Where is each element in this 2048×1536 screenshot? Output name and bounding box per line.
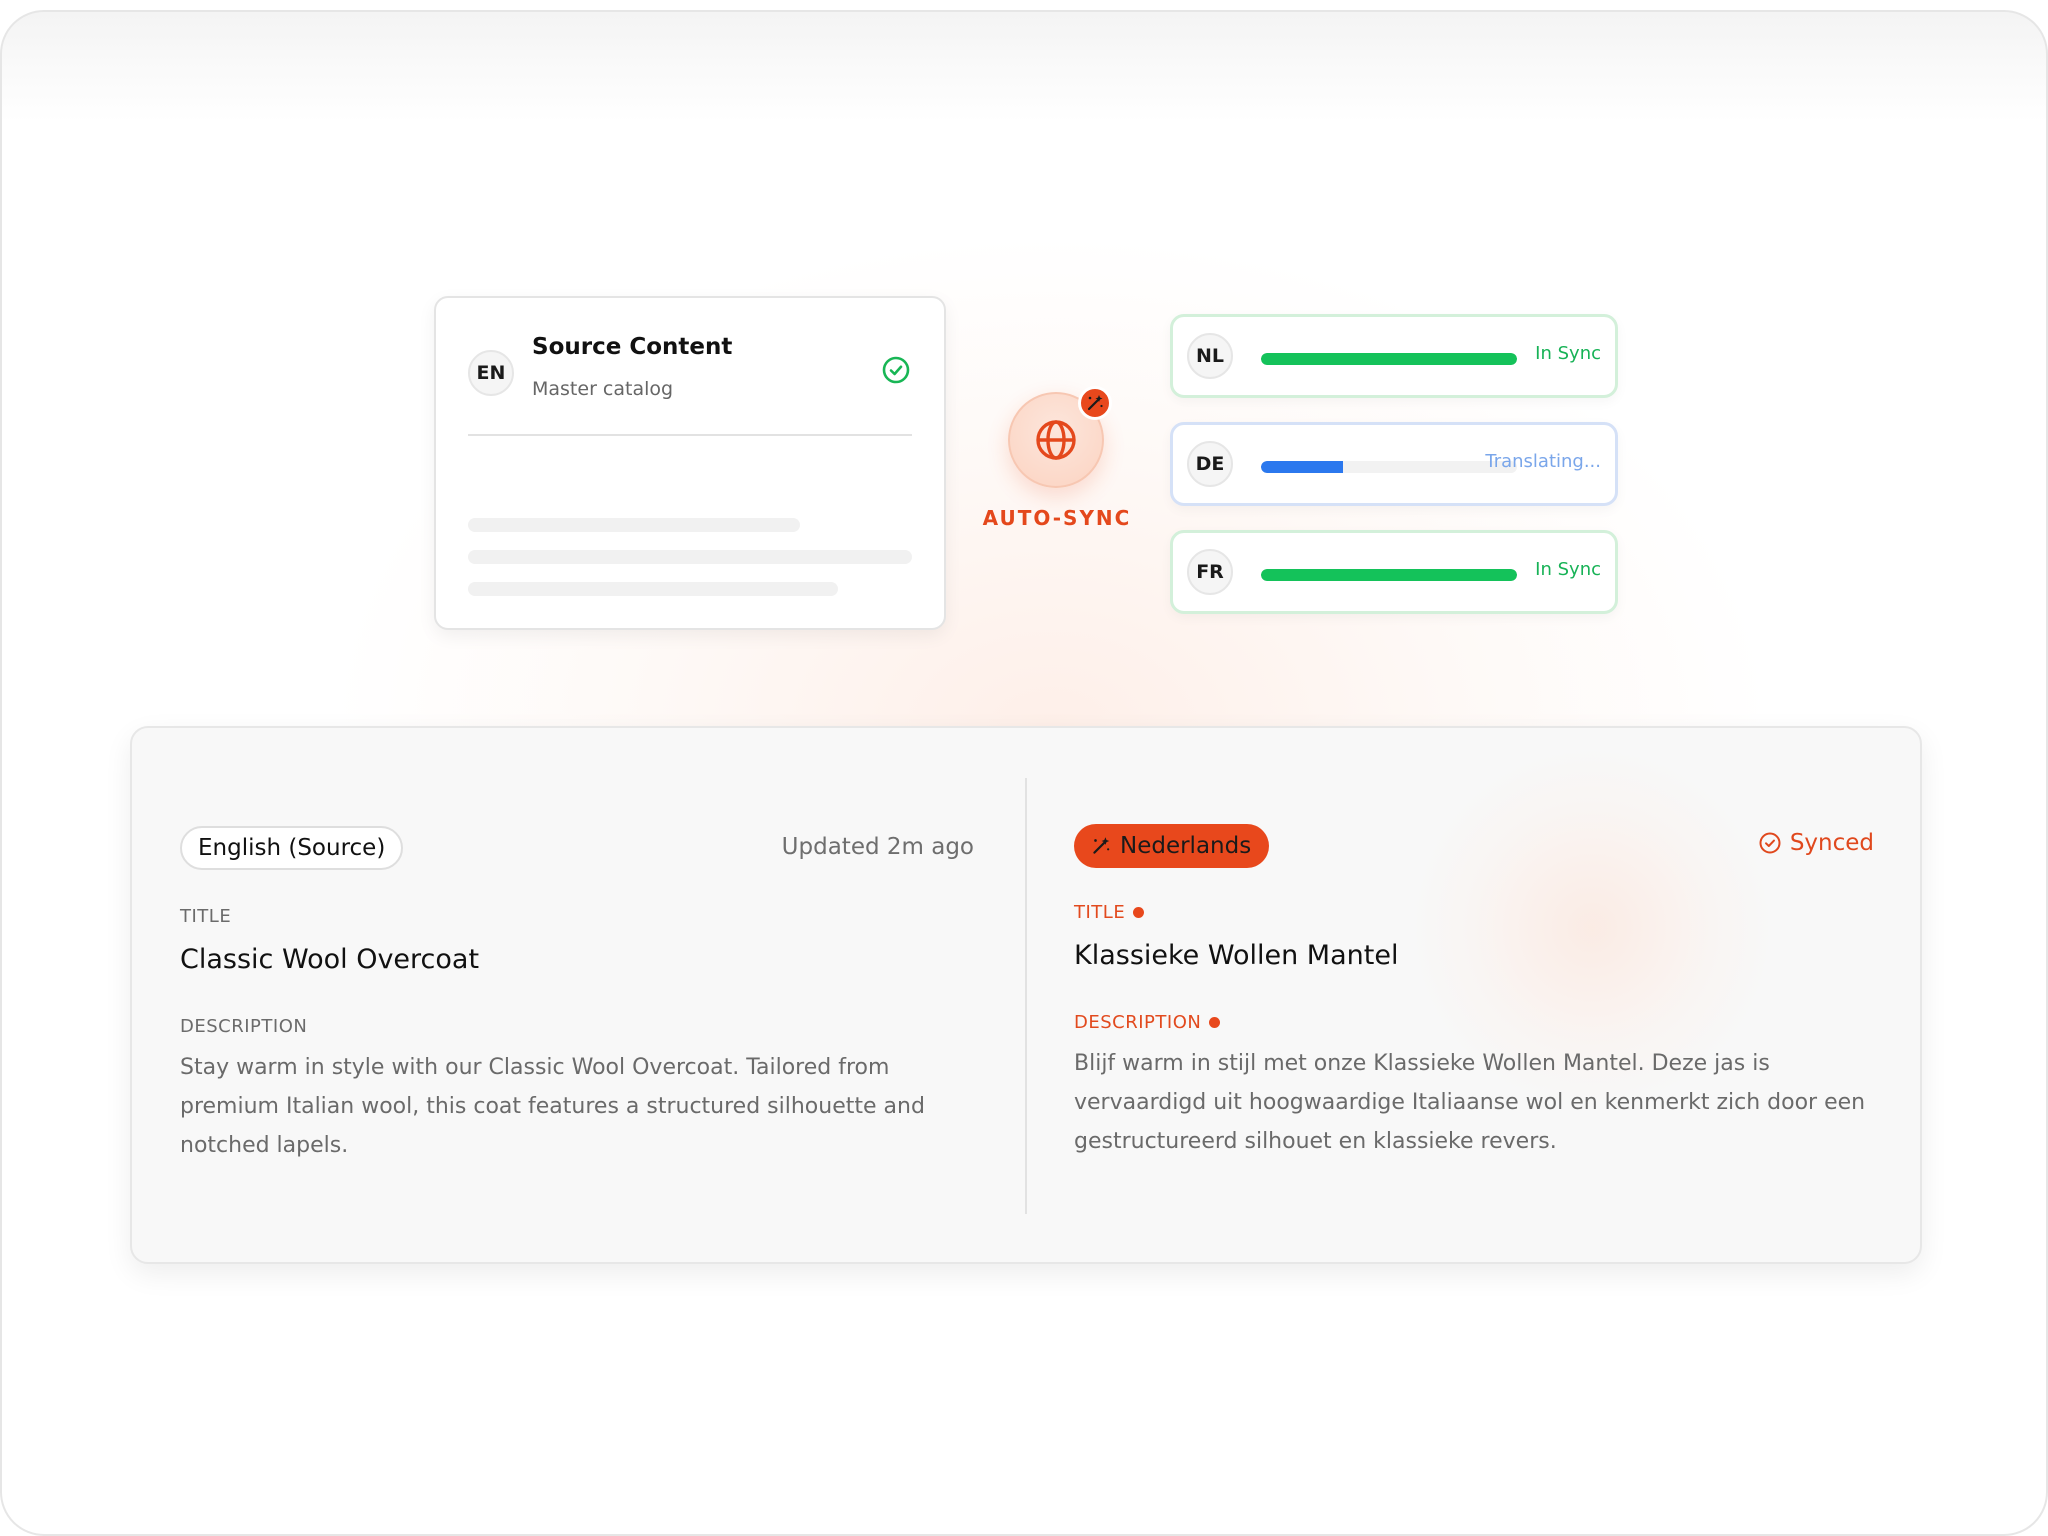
changed-indicator-dot	[1133, 907, 1145, 918]
sync-progress-fill	[1261, 353, 1517, 365]
skeleton-line	[468, 582, 838, 596]
title-label: TITLE	[1074, 902, 1145, 923]
source-content-card[interactable]: EN Source Content Master catalog	[434, 296, 946, 630]
source-language-badge[interactable]: English (Source)	[180, 826, 404, 870]
target-language-name: Nederlands	[1120, 833, 1252, 859]
language-code-badge: DE	[1187, 441, 1233, 487]
description-label: DESCRIPTION	[1074, 1012, 1221, 1033]
column-divider	[1025, 778, 1027, 1214]
sync-status-label: Translating...	[1485, 451, 1601, 472]
language-code-badge: FR	[1187, 549, 1233, 595]
target-language-badge[interactable]: Nederlands	[1074, 824, 1270, 868]
source-card-title: Source Content	[532, 334, 733, 360]
skeleton-line	[468, 550, 912, 564]
language-row-de[interactable]: DE Translating...	[1170, 422, 1618, 506]
synced-status: Synced	[1758, 830, 1874, 856]
sync-progress-bar	[1261, 569, 1517, 581]
sync-status-label: In Sync	[1535, 343, 1601, 364]
globe-icon	[1036, 420, 1076, 460]
title-label: TITLE	[180, 906, 232, 927]
language-row-nl[interactable]: NL In Sync	[1170, 314, 1618, 398]
app-frame: EN Source Content Master catalog AUTO-SY…	[0, 10, 2048, 1536]
source-description-value: Stay warm in style with our Classic Wool…	[180, 1055, 925, 1158]
source-title-value: Classic Wool Overcoat	[180, 944, 480, 975]
language-code-badge: EN	[468, 350, 514, 396]
synced-status-label: Synced	[1789, 830, 1874, 856]
target-title-value: Klassieke Wollen Mantel	[1074, 940, 1399, 971]
sync-progress-bar	[1261, 353, 1517, 365]
translation-comparison-panel: English (Source) Updated 2m ago TITLE Cl…	[130, 726, 1922, 1264]
check-circle-icon	[882, 356, 910, 384]
magic-wand-icon	[1078, 386, 1112, 420]
check-circle-icon	[1759, 832, 1781, 854]
description-label: DESCRIPTION	[180, 1016, 308, 1037]
source-card-subtitle: Master catalog	[532, 378, 674, 400]
sync-progress-fill	[1261, 569, 1517, 581]
source-card-divider	[468, 434, 912, 436]
sync-progress-bar	[1261, 461, 1517, 473]
skeleton-line	[468, 518, 800, 532]
sync-progress-fill	[1261, 461, 1343, 473]
auto-sync-label: AUTO-SYNC	[982, 506, 1132, 530]
updated-timestamp: Updated 2m ago	[781, 834, 974, 860]
title-label-text: TITLE	[1074, 902, 1126, 923]
language-row-fr[interactable]: FR In Sync	[1170, 530, 1618, 614]
description-label-text: DESCRIPTION	[1074, 1012, 1202, 1033]
changed-indicator-dot	[1209, 1017, 1221, 1028]
language-code-badge: NL	[1187, 333, 1233, 379]
target-description-value: Blijf warm in stijl met onze Klassieke W…	[1074, 1051, 1866, 1154]
sync-status-label: In Sync	[1535, 559, 1601, 580]
magic-wand-icon	[1093, 837, 1110, 854]
